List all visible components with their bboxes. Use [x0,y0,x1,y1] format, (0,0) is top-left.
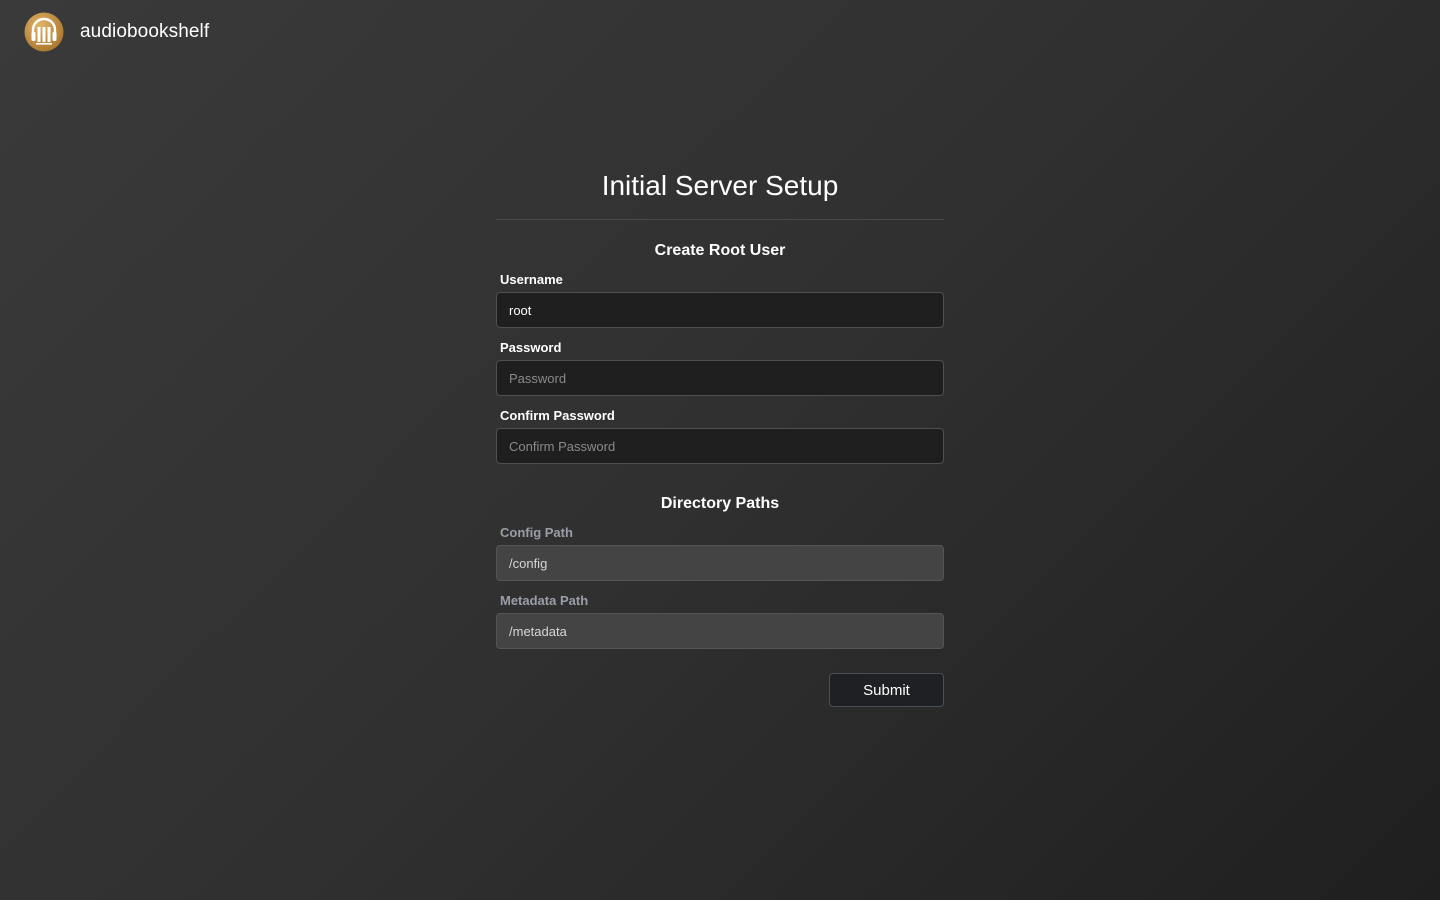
setup-form: Initial Server Setup Create Root User Us… [496,160,944,707]
metadata-path-input [496,613,944,649]
page-title: Initial Server Setup [601,170,839,201]
create-root-user-heading: Create Root User [654,242,786,259]
directory-paths-heading: Directory Paths [660,495,780,512]
audiobookshelf-logo-icon[interactable] [24,12,64,52]
confirm-password-label: Confirm Password [500,408,615,423]
confirm-password-field: Confirm Password [496,408,944,464]
confirm-password-input[interactable] [496,428,944,464]
password-label: Password [500,340,562,355]
username-field: Username [496,272,944,328]
config-path-field: Config Path [496,525,944,581]
metadata-path-field: Metadata Path [496,593,944,649]
metadata-path-label: Metadata Path [500,593,589,608]
config-path-label: Config Path [500,525,573,540]
password-field: Password [496,340,944,396]
submit-button[interactable]: Submit [829,673,944,707]
username-label: Username [500,272,563,287]
password-input[interactable] [496,360,944,396]
username-input[interactable] [496,292,944,328]
config-path-input [496,545,944,581]
app-header: audiobookshelf [24,12,209,52]
app-name: audiobookshelf [80,21,210,42]
form-actions: Submit [496,673,944,707]
title-divider [496,219,944,220]
